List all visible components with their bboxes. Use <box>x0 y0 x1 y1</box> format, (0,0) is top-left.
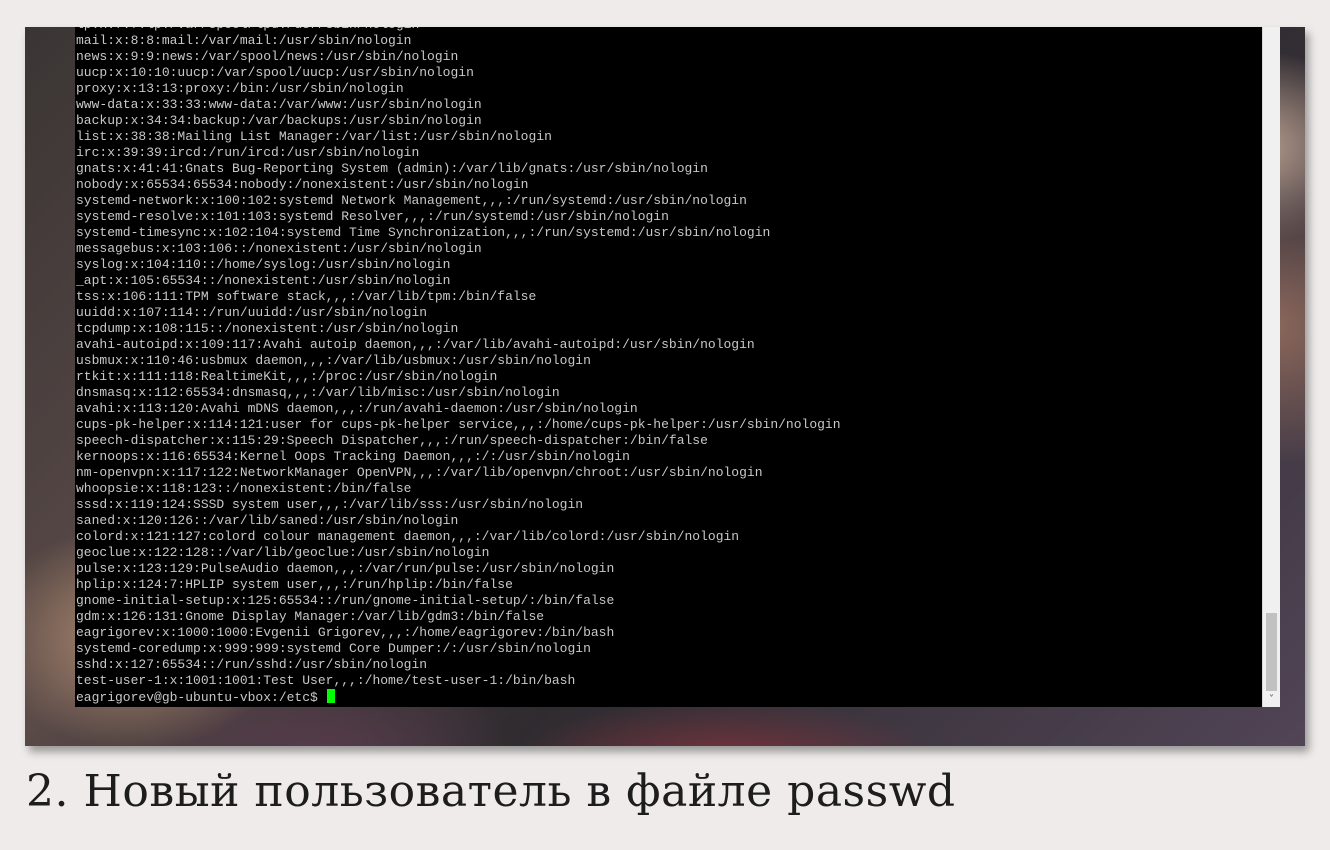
terminal-line: sshd:x:127:65534::/run/sshd:/usr/sbin/no… <box>76 657 428 672</box>
terminal-line: systemd-coredump:x:999:999:systemd Core … <box>76 641 591 656</box>
terminal-line: avahi:x:113:120:Avahi mDNS daemon,,,:/ru… <box>76 401 638 416</box>
terminal-line: irc:x:39:39:ircd:/run/ircd:/usr/sbin/nol… <box>76 145 420 160</box>
terminal-line: systemd-network:x:100:102:systemd Networ… <box>76 193 747 208</box>
screenshot-frame: lp:x:7:7:lp:/var/spool/lpd:/usr/sbin/nol… <box>25 27 1305 746</box>
terminal-line: www-data:x:33:33:www-data:/var/www:/usr/… <box>76 97 482 112</box>
terminal-line: syslog:x:104:110::/home/syslog:/usr/sbin… <box>76 257 451 272</box>
terminal-line: nobody:x:65534:65534:nobody:/nonexistent… <box>76 177 529 192</box>
figure-caption: 2. Новый пользователь в файле passwd <box>26 766 956 817</box>
terminal-line: messagebus:x:103:106::/nonexistent:/usr/… <box>76 241 482 256</box>
terminal-line: _apt:x:105:65534::/nonexistent:/usr/sbin… <box>76 273 451 288</box>
terminal-scrollbar[interactable]: ˅ <box>1262 27 1280 707</box>
terminal-line: gnats:x:41:41:Gnats Bug-Reporting System… <box>76 161 708 176</box>
terminal-line: eagrigorev:x:1000:1000:Evgenii Grigorev,… <box>76 625 615 640</box>
terminal-line: test-user-1:x:1001:1001:Test User,,,:/ho… <box>76 673 576 688</box>
terminal-line: rtkit:x:111:118:RealtimeKit,,,:/proc:/us… <box>76 369 498 384</box>
terminal-line: dnsmasq:x:112:65534:dnsmasq,,,:/var/lib/… <box>76 385 560 400</box>
terminal-line: colord:x:121:127:colord colour managemen… <box>76 529 740 544</box>
terminal-line: hplip:x:124:7:HPLIP system user,,,:/run/… <box>76 577 513 592</box>
terminal-line: tss:x:106:111:TPM software stack,,,:/var… <box>76 289 537 304</box>
terminal-line: nm-openvpn:x:117:122:NetworkManager Open… <box>76 465 763 480</box>
terminal-line: gnome-initial-setup:x:125:65534::/run/gn… <box>76 593 615 608</box>
terminal-line: speech-dispatcher:x:115:29:Speech Dispat… <box>76 433 708 448</box>
chevron-down-icon[interactable]: ˅ <box>1263 692 1280 707</box>
terminal-prompt: eagrigorev@gb-ubuntu-vbox:/etc$ <box>76 690 326 705</box>
terminal-line: systemd-resolve:x:101:103:systemd Resolv… <box>76 209 669 224</box>
terminal-line: backup:x:34:34:backup:/var/backups:/usr/… <box>76 113 482 128</box>
terminal-line: saned:x:120:126::/var/lib/saned:/usr/sbi… <box>76 513 459 528</box>
terminal-line: geoclue:x:122:128::/var/lib/geoclue:/usr… <box>76 545 490 560</box>
terminal-line: tcpdump:x:108:115::/nonexistent:/usr/sbi… <box>76 321 459 336</box>
terminal-line: cups-pk-helper:x:114:121:user for cups-p… <box>76 417 841 432</box>
terminal-line: list:x:38:38:Mailing List Manager:/var/l… <box>76 129 552 144</box>
terminal-prompt-line[interactable]: eagrigorev@gb-ubuntu-vbox:/etc$ <box>76 689 841 705</box>
terminal-window[interactable]: lp:x:7:7:lp:/var/spool/lpd:/usr/sbin/nol… <box>75 27 1262 707</box>
terminal-line: sssd:x:119:124:SSSD system user,,,:/var/… <box>76 497 584 512</box>
terminal-line: proxy:x:13:13:proxy:/bin:/usr/sbin/nolog… <box>76 81 404 96</box>
terminal-line: uucp:x:10:10:uucp:/var/spool/uucp:/usr/s… <box>76 65 474 80</box>
terminal-cursor <box>326 689 335 703</box>
terminal-line: whoopsie:x:118:123::/nonexistent:/bin/fa… <box>76 481 412 496</box>
terminal-line: gdm:x:126:131:Gnome Display Manager:/var… <box>76 609 545 624</box>
terminal-line: systemd-timesync:x:102:104:systemd Time … <box>76 225 771 240</box>
terminal-line: kernoops:x:116:65534:Kernel Oops Trackin… <box>76 449 630 464</box>
terminal-output: lp:x:7:7:lp:/var/spool/lpd:/usr/sbin/nol… <box>76 27 841 705</box>
terminal-line: mail:x:8:8:mail:/var/mail:/usr/sbin/nolo… <box>76 33 412 48</box>
terminal-line: uuidd:x:107:114::/run/uuidd:/usr/sbin/no… <box>76 305 428 320</box>
scrollbar-thumb[interactable] <box>1266 613 1277 691</box>
terminal-line: usbmux:x:110:46:usbmux daemon,,,:/var/li… <box>76 353 591 368</box>
terminal-line: pulse:x:123:129:PulseAudio daemon,,,:/va… <box>76 561 615 576</box>
terminal-line: news:x:9:9:news:/var/spool/news:/usr/sbi… <box>76 49 459 64</box>
terminal-line: avahi-autoipd:x:109:117:Avahi autoip dae… <box>76 337 755 352</box>
